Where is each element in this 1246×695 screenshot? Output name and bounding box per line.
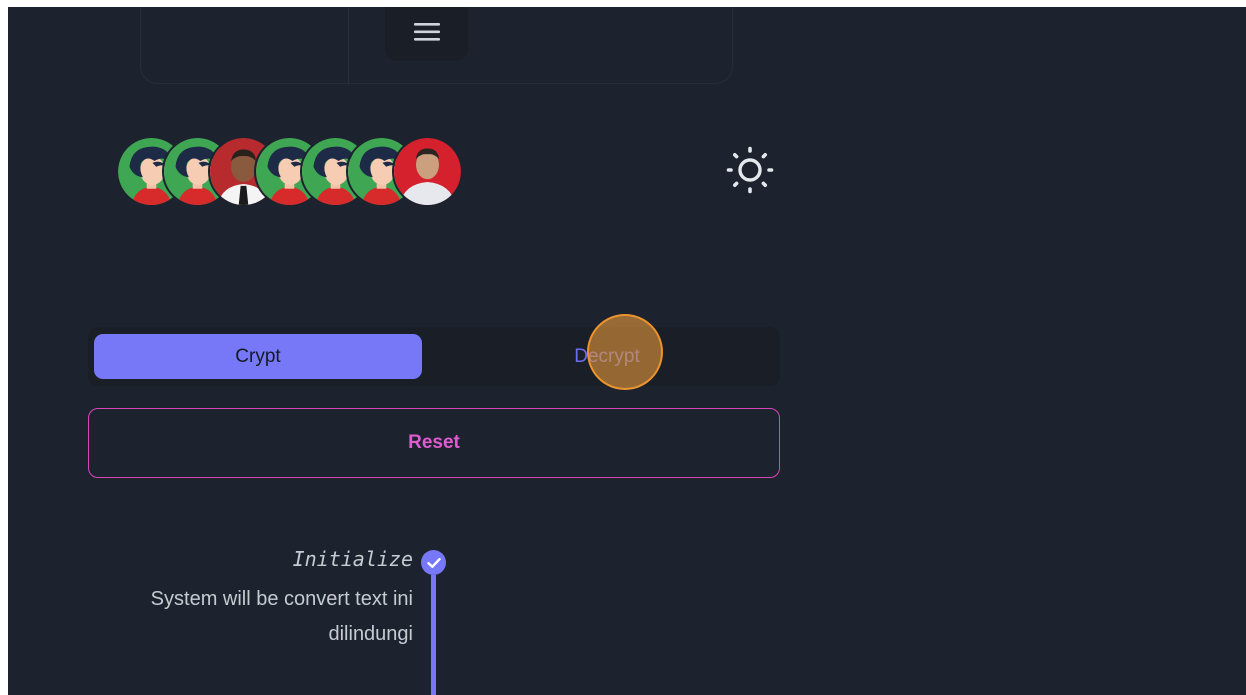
sun-icon: [725, 145, 775, 200]
theme-toggle-button[interactable]: [723, 145, 777, 199]
timeline-progress-line: [431, 575, 436, 695]
tab-crypt[interactable]: Crypt: [94, 334, 422, 379]
avatar-photo-icon: [394, 138, 461, 205]
check-circle-icon: [421, 550, 446, 575]
app-window: Crypt Decrypt Reset Initialize System wi…: [8, 7, 1246, 695]
tab-decrypt[interactable]: Decrypt: [443, 334, 771, 379]
avatar[interactable]: [392, 136, 463, 207]
reset-button[interactable]: Reset: [88, 408, 780, 478]
hamburger-menu-icon: [413, 22, 440, 42]
menu-button[interactable]: [385, 7, 468, 61]
navbar-divider: [348, 7, 349, 84]
crypt-mode-tabs: Crypt Decrypt: [88, 327, 780, 386]
timeline-step-description: System will be convert text ini dilindun…: [150, 588, 413, 645]
timeline-step-title: Initialize: [292, 547, 413, 571]
